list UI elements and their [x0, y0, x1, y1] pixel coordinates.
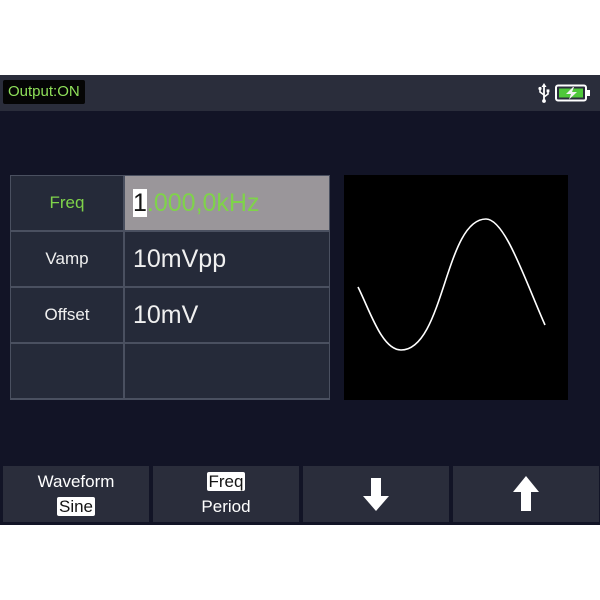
softkey-period-option: Period	[201, 497, 251, 516]
sine-wave-icon	[357, 218, 546, 351]
generator-screen: Output:ON Freq 1.000,0kHz Vamp 10mVpp Of…	[0, 75, 600, 525]
softkey-up[interactable]	[453, 466, 599, 522]
softkey-waveform-title: Waveform	[37, 472, 115, 491]
arrow-down-icon	[363, 478, 389, 511]
waveform-preview	[344, 175, 568, 400]
softkey-waveform-value: Sine	[56, 497, 96, 516]
param-label-freq[interactable]: Freq	[11, 176, 123, 230]
softkey-down[interactable]	[303, 466, 449, 522]
output-status[interactable]: Output:ON	[3, 80, 85, 104]
param-label-empty	[11, 344, 123, 398]
waveform-trace	[357, 218, 546, 351]
freq-value-text: .000,0kHz	[146, 189, 260, 217]
param-value-empty	[125, 344, 329, 398]
softkey-waveform[interactable]: Waveform Sine	[3, 466, 149, 522]
usb-icon	[538, 83, 550, 103]
battery-charging-icon	[555, 84, 590, 102]
status-bar: Output:ON	[0, 75, 600, 111]
param-value-offset[interactable]: 10mV	[125, 288, 329, 342]
softkey-freq-option: Freq	[206, 472, 246, 491]
arrow-up-icon	[513, 476, 539, 511]
edit-cursor-digit[interactable]: 1	[133, 189, 147, 217]
param-value-vamp[interactable]: 10mVpp	[125, 232, 329, 286]
parameter-table: Freq 1.000,0kHz Vamp 10mVpp Offset 10mV	[10, 175, 330, 400]
softkey-freq-period[interactable]: Freq Period	[153, 466, 299, 522]
param-label-offset[interactable]: Offset	[11, 288, 123, 342]
param-value-freq[interactable]: 1.000,0kHz	[125, 176, 329, 230]
param-label-vamp[interactable]: Vamp	[11, 232, 123, 286]
